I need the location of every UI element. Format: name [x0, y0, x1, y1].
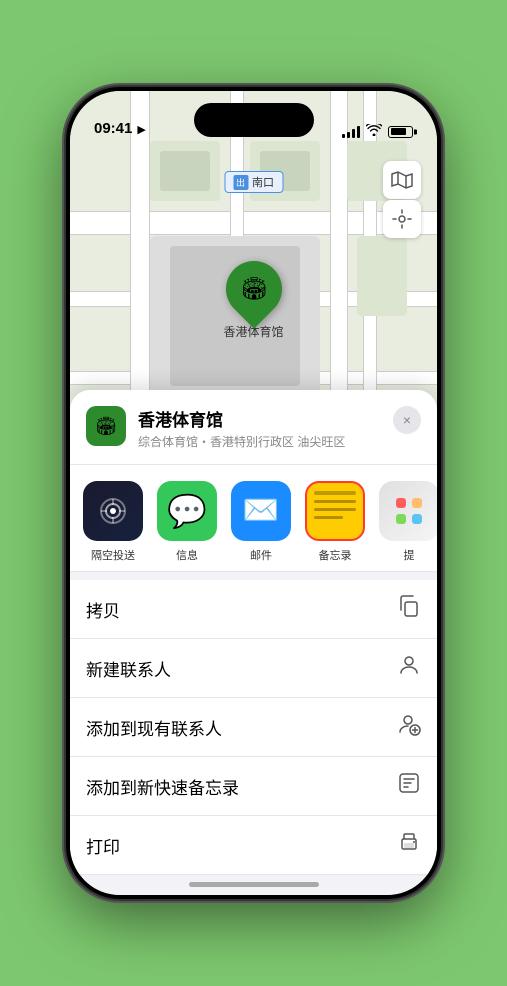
stadium-emoji: 🏟 [240, 276, 268, 302]
status-icons [342, 124, 413, 139]
status-time: 09:41 [94, 120, 132, 139]
map-entrance-label: 出 南口 [224, 171, 283, 193]
action-copy-label: 拷贝 [86, 597, 120, 622]
airdrop-label: 隔空投送 [91, 547, 135, 563]
location-info: 香港体育馆 综合体育馆・香港特别行政区 油尖旺区 [138, 406, 381, 450]
mail-icon: ✉️ [231, 481, 291, 541]
map-type-button[interactable] [383, 161, 421, 199]
dynamic-island [194, 103, 314, 137]
phone-frame: 09:41 ▶ [66, 87, 441, 899]
share-item-mail[interactable]: ✉️ 邮件 [226, 481, 296, 563]
location-arrow-icon: ▶ [137, 123, 145, 136]
my-location-button[interactable] [383, 200, 421, 238]
mail-label: 邮件 [250, 547, 272, 563]
more-apps-icon [379, 481, 437, 541]
action-quick-note[interactable]: 添加到新快速备忘录 [70, 757, 437, 816]
notes-icon [305, 481, 365, 541]
action-print[interactable]: 打印 [70, 816, 437, 875]
share-row: 隔空投送 💬 信息 ✉️ 邮件 [70, 465, 437, 572]
location-header: 🏟 香港体育馆 综合体育馆・香港特别行政区 油尖旺区 × [70, 390, 437, 465]
share-item-more[interactable]: 提 [374, 481, 437, 563]
new-contact-icon [397, 653, 421, 683]
home-indicator [189, 882, 319, 887]
close-icon: × [403, 412, 411, 428]
quick-note-icon [397, 771, 421, 801]
venue-emoji: 🏟 [95, 416, 118, 437]
map-entrance-text: 南口 [252, 174, 274, 190]
copy-icon [397, 594, 421, 624]
notes-label: 备忘录 [319, 547, 352, 563]
stadium-pin-icon: 🏟 [214, 249, 293, 328]
action-copy[interactable]: 拷贝 [70, 580, 437, 639]
map-label-prefix: 出 [233, 175, 248, 190]
messages-label: 信息 [176, 547, 198, 563]
action-list: 拷贝 新建联系人 [70, 580, 437, 875]
share-item-airdrop[interactable]: 隔空投送 [78, 481, 148, 563]
stadium-pin: 🏟 香港体育馆 [223, 261, 283, 340]
location-subtitle: 综合体育馆・香港特别行政区 油尖旺区 [138, 433, 381, 450]
share-item-notes[interactable]: 备忘录 [300, 481, 370, 563]
wifi-icon [366, 124, 382, 139]
print-icon [397, 830, 421, 860]
airdrop-icon [83, 481, 143, 541]
action-new-contact[interactable]: 新建联系人 [70, 639, 437, 698]
messages-icon: 💬 [157, 481, 217, 541]
action-new-contact-label: 新建联系人 [86, 656, 171, 681]
battery-icon [388, 126, 413, 138]
action-add-contact-label: 添加到现有联系人 [86, 715, 222, 740]
share-item-messages[interactable]: 💬 信息 [152, 481, 222, 563]
close-button[interactable]: × [393, 406, 421, 434]
bottom-sheet: 🏟 香港体育馆 综合体育馆・香港特别行政区 油尖旺区 × [70, 390, 437, 895]
map-btn-group [383, 161, 421, 238]
action-add-contact[interactable]: 添加到现有联系人 [70, 698, 437, 757]
signal-bars-icon [342, 126, 360, 138]
more-label: 提 [404, 547, 415, 563]
add-contact-icon [397, 712, 421, 742]
action-print-label: 打印 [86, 833, 120, 858]
location-name: 香港体育馆 [138, 406, 381, 431]
location-venue-icon: 🏟 [86, 406, 126, 446]
phone-screen: 09:41 ▶ [70, 91, 437, 895]
action-quick-note-label: 添加到新快速备忘录 [86, 774, 239, 799]
